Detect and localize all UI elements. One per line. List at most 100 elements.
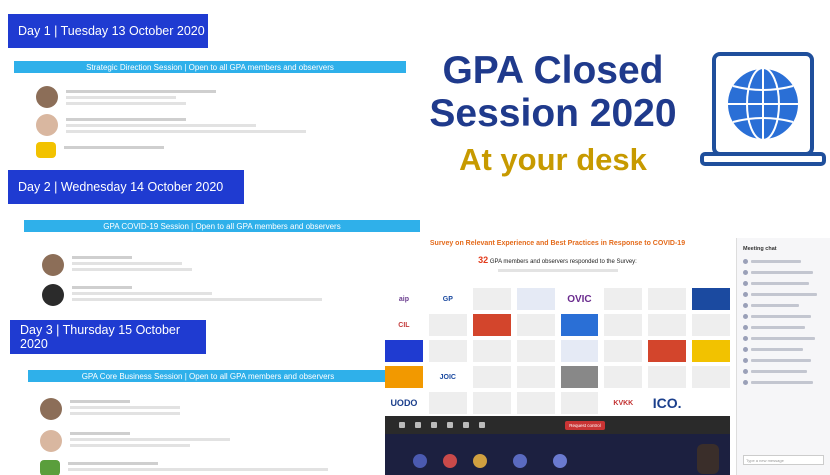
request-control-button[interactable]: Request control	[565, 420, 605, 430]
day3-header: Day 3 | Thursday 15 October 2020	[10, 320, 206, 354]
logo-tile	[516, 366, 555, 388]
collage-page: Day 1 | Tuesday 13 October 2020 Strategi…	[0, 0, 830, 475]
logo-tile	[648, 366, 687, 388]
speaker-row	[36, 142, 164, 158]
speaker-row	[40, 398, 180, 420]
laptop-globe-icon	[700, 52, 826, 166]
speaker-avatar	[42, 254, 64, 276]
user-avatar-icon	[743, 325, 748, 330]
speaker-row	[36, 114, 306, 136]
speaker-row	[42, 254, 192, 276]
chat-message	[737, 322, 830, 333]
camera-icon[interactable]	[447, 422, 453, 428]
participant-avatar	[473, 454, 487, 468]
working-group-logo	[36, 142, 56, 158]
logo-tile	[604, 366, 643, 388]
member-logos-grid: aip GP OVIC CIL JOIC UODO KVKK ICO.	[385, 288, 730, 418]
share-icon[interactable]	[479, 422, 485, 428]
logo-tile	[604, 314, 643, 336]
logo-tile	[692, 392, 730, 414]
logo-tile	[472, 314, 511, 336]
chat-message	[737, 311, 830, 322]
logo-tile	[648, 340, 687, 362]
user-avatar-icon	[743, 270, 748, 275]
user-avatar-icon	[743, 281, 748, 286]
user-avatar-icon	[743, 336, 748, 341]
call-controls-bar: Request control	[385, 416, 730, 434]
user-avatar-icon	[743, 259, 748, 264]
logo-kvkk: KVKK	[613, 399, 634, 407]
logo-tile	[472, 366, 511, 388]
logo-tile	[692, 288, 730, 310]
video-participants-strip	[385, 434, 730, 475]
logo-tile	[692, 366, 730, 388]
chat-message-input[interactable]: Type a new message	[743, 455, 824, 465]
gpa-title-block: GPA Closed Session 2020 At your desk	[408, 49, 698, 178]
speaker-avatar	[42, 284, 64, 306]
chat-message	[737, 256, 830, 267]
speaker-avatar	[40, 398, 62, 420]
logo-cil: CIL	[398, 321, 410, 329]
participant-avatar	[413, 454, 427, 468]
logo-tile	[428, 392, 467, 414]
logo-ovic: OVIC	[567, 293, 592, 305]
chat-message	[737, 366, 830, 377]
logo-tile	[516, 314, 555, 336]
user-avatar-icon	[743, 369, 748, 374]
presenter-video	[697, 444, 719, 474]
participant-avatar	[553, 454, 567, 468]
logo-tile	[516, 340, 555, 362]
logo-tile	[560, 314, 599, 336]
chat-message	[737, 377, 830, 388]
logo-tile	[692, 314, 730, 336]
logo-tile	[560, 366, 599, 388]
user-avatar-icon	[743, 303, 748, 308]
microphone-icon[interactable]	[463, 422, 469, 428]
chat-message	[737, 267, 830, 278]
logo-tile	[428, 340, 467, 362]
survey-title: Survey on Relevant Experience and Best P…	[429, 240, 686, 247]
logo-tile	[560, 340, 599, 362]
chat-message	[737, 278, 830, 289]
user-avatar-icon	[743, 347, 748, 352]
chat-message	[737, 355, 830, 366]
chat-message	[737, 344, 830, 355]
survey-slide: Survey on Relevant Experience and Best P…	[385, 240, 730, 420]
survey-count: 32	[478, 255, 489, 265]
survey-note	[497, 269, 618, 272]
speaker-avatar	[36, 86, 58, 108]
user-avatar-icon	[743, 292, 748, 297]
logo-ico: ICO.	[652, 395, 682, 411]
speaker-row	[40, 460, 328, 475]
chat-icon[interactable]	[399, 422, 405, 428]
survey-count-line: 32 GPA members and observers responded t…	[385, 255, 730, 265]
user-avatar-icon	[743, 358, 748, 363]
chat-message	[737, 300, 830, 311]
logo-tile	[472, 340, 511, 362]
title-line2: Session 2020	[429, 91, 677, 135]
participant-avatar	[513, 454, 527, 468]
meeting-chat-panel: Meeting chat Type a new message	[736, 238, 830, 475]
logo-tile	[472, 288, 511, 310]
user-avatar-icon	[743, 314, 748, 319]
logo-tile	[385, 340, 423, 362]
participant-avatar	[443, 454, 457, 468]
session3-header: GPA Core Business Session | Open to all …	[28, 370, 388, 382]
speaker-row	[36, 86, 216, 108]
organisation-logo	[40, 460, 60, 475]
day1-header: Day 1 | Tuesday 13 October 2020	[8, 14, 208, 48]
logo-tile	[472, 392, 511, 414]
session2-header: GPA COVID-19 Session | Open to all GPA m…	[24, 220, 420, 232]
logo-tile	[692, 340, 730, 362]
logo-uodo: UODO	[390, 398, 418, 408]
logo-tile	[648, 314, 687, 336]
logo-tile	[604, 288, 643, 310]
chat-message	[737, 333, 830, 344]
logo-tile	[604, 340, 643, 362]
session1-header: Strategic Direction Session | Open to al…	[14, 61, 406, 73]
logo-tile	[385, 366, 423, 388]
logo-tile	[648, 288, 687, 310]
people-icon[interactable]	[415, 422, 421, 428]
raise-hand-icon[interactable]	[431, 422, 437, 428]
title-tagline: At your desk	[459, 141, 647, 177]
